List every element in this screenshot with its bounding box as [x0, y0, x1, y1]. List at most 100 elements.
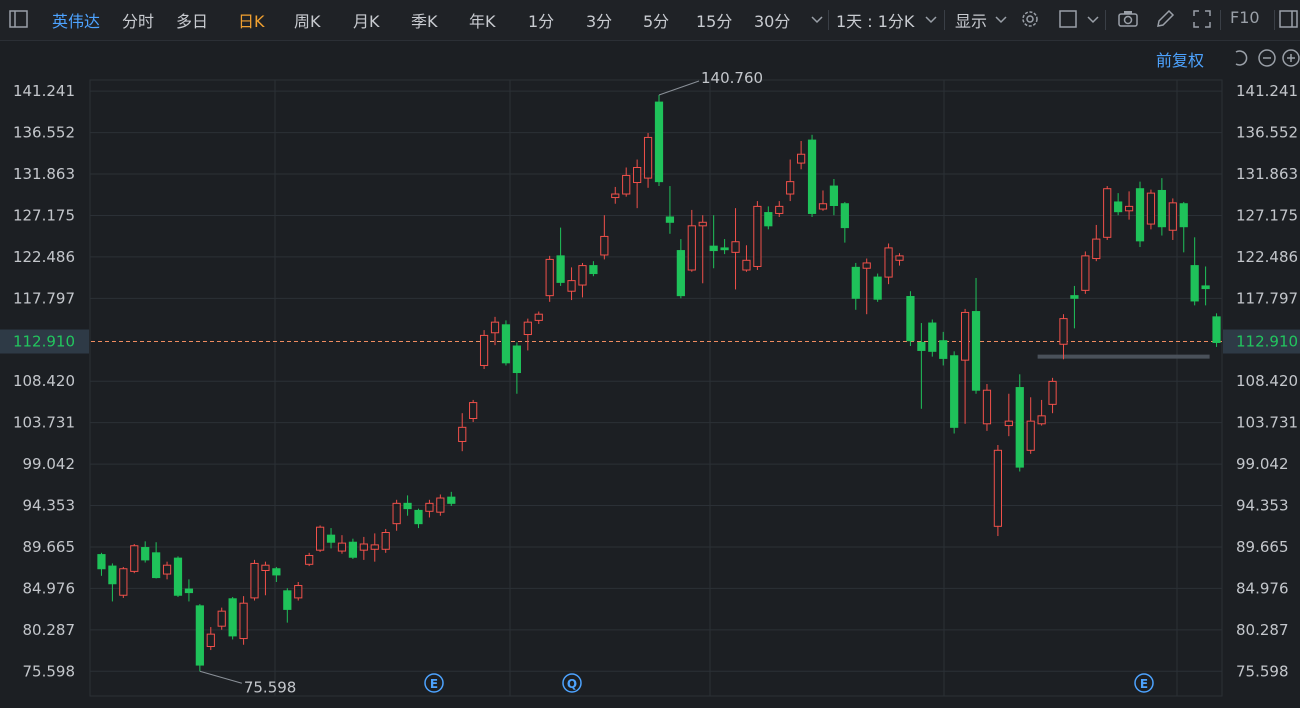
candle-body	[239, 602, 248, 640]
candle-body	[162, 564, 172, 575]
candle-body	[654, 101, 664, 183]
candle-body	[1081, 255, 1090, 291]
y-tick-label-right: 108.420	[1236, 372, 1298, 390]
candle-body	[982, 389, 992, 425]
candle-body	[797, 153, 806, 164]
candle-body	[1146, 192, 1156, 225]
candle-body	[950, 355, 959, 428]
candle-body	[141, 547, 150, 561]
event-marker-label: E	[1140, 677, 1148, 691]
y-tick-label-left: 103.731	[13, 414, 75, 432]
candle-body	[906, 296, 915, 342]
candle-body	[425, 502, 434, 512]
candle-body	[1015, 387, 1024, 468]
candle-body	[818, 203, 828, 210]
candle-body	[228, 598, 237, 637]
candle-body	[501, 324, 511, 364]
candle-body	[348, 541, 358, 558]
candle-body	[1201, 285, 1210, 290]
y-tick-label-right: 131.863	[1236, 165, 1298, 183]
y-tick-label-right: 80.287	[1236, 621, 1289, 639]
candle-body	[1048, 380, 1057, 405]
candle-body	[108, 565, 117, 585]
candle-body	[370, 544, 379, 550]
y-tick-label-right: 75.598	[1236, 662, 1289, 680]
candle-body	[184, 588, 194, 594]
candle-body	[458, 426, 467, 442]
y-tick-label-right: 99.042	[1236, 455, 1289, 473]
candle-body	[479, 334, 489, 366]
candle-body	[195, 605, 204, 666]
candle-body	[643, 136, 653, 179]
candle-body	[1004, 420, 1013, 427]
candle-body	[840, 203, 849, 229]
y-tick-label-left: 136.552	[13, 124, 75, 142]
y-tick-label-right: 127.175	[1236, 206, 1298, 224]
candle-body	[633, 166, 642, 184]
candlestick-chart[interactable]: 141.241 141.241 136.552 136.552 131.863 131.8…	[0, 0, 1300, 708]
event-marker-label: E	[430, 677, 438, 691]
candle-body	[1168, 202, 1177, 231]
candle-body	[1157, 189, 1166, 228]
candle-body	[786, 181, 795, 195]
candle-body	[250, 562, 259, 599]
y-tick-label-left: 89.665	[23, 538, 76, 556]
high-annotation-label: 140.760	[701, 69, 763, 87]
y-tick-label-left: 75.598	[23, 662, 76, 680]
y-tick-label-right: 136.552	[1236, 124, 1298, 142]
candle-body	[447, 496, 456, 504]
candle-body	[152, 552, 161, 579]
candle-body	[490, 321, 500, 334]
candle-body	[665, 216, 675, 223]
candle-body	[534, 313, 543, 321]
candle-body	[917, 341, 926, 351]
candle-body	[469, 402, 478, 419]
y-tick-label-right: 122.486	[1236, 248, 1298, 266]
candle-body	[622, 174, 631, 195]
candle-body	[1026, 420, 1035, 451]
y-tick-label-right: 117.797	[1236, 289, 1298, 307]
candle-body	[545, 258, 554, 297]
candle-body	[305, 554, 314, 565]
candle-body	[1212, 316, 1221, 343]
candle-body	[676, 250, 685, 297]
candle-body	[884, 247, 893, 278]
candle-body	[315, 526, 325, 551]
candle-body	[1092, 238, 1101, 260]
candle-body	[173, 557, 183, 596]
y-tick-label-right: 141.241	[1236, 82, 1298, 100]
candle-body	[928, 322, 937, 352]
y-tick-label-left: 141.241	[13, 82, 75, 100]
y-tick-label-left: 131.863	[13, 165, 75, 183]
candle-body	[709, 245, 718, 252]
candle-body	[698, 221, 707, 227]
y-tick-label-right: 112.910	[1236, 333, 1298, 351]
y-tick-label-left: 112.910	[13, 333, 75, 351]
candle-body	[600, 235, 609, 256]
event-marker-label: Q	[567, 677, 577, 691]
candle-body	[381, 531, 390, 550]
candle-body	[720, 247, 729, 251]
candle-body	[1124, 205, 1134, 212]
candle-body	[217, 610, 226, 627]
candle-body	[687, 225, 696, 271]
candle-body	[971, 311, 981, 391]
candle-body	[829, 185, 839, 206]
candle-body	[523, 321, 532, 336]
candle-body	[283, 590, 292, 610]
candle-body	[130, 545, 139, 572]
candle-body	[807, 139, 817, 214]
candle-body	[261, 564, 270, 572]
candle-body	[1179, 203, 1188, 228]
candle-body	[119, 568, 128, 596]
candle-body	[403, 502, 412, 510]
candle-body	[567, 280, 576, 292]
candle-body	[578, 265, 587, 286]
candle-body	[512, 345, 521, 374]
candle-body	[764, 212, 773, 227]
y-tick-label-left: 99.042	[23, 455, 76, 473]
y-tick-label-left: 80.287	[23, 621, 76, 639]
candle-body	[775, 205, 784, 214]
candle-body	[294, 585, 303, 599]
candle-body	[359, 543, 368, 551]
